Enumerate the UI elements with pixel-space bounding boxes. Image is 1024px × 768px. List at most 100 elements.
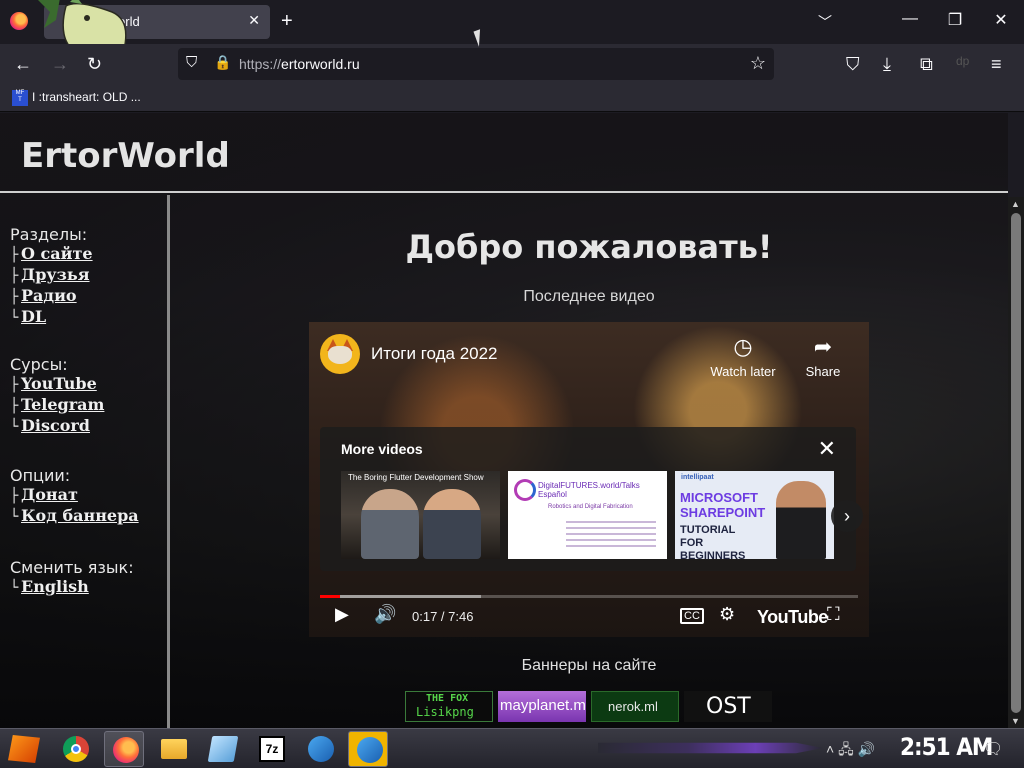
extensions-icon[interactable]: ⧉ bbox=[920, 54, 933, 75]
next-videos-chevron-right-icon[interactable]: › bbox=[831, 500, 863, 532]
back-icon[interactable]: ← bbox=[14, 54, 32, 75]
thumb-subtitle: Robotics and Digital Fabrication bbox=[548, 504, 633, 510]
share-icon: ➦ bbox=[813, 334, 833, 359]
progress-buffered bbox=[320, 595, 482, 598]
web-page: ErtorWorld Разделы: ├ О сайте ├ Друзья ├ Ра… bbox=[0, 113, 1008, 728]
url-text[interactable]: https://ertorworld.ru bbox=[239, 56, 360, 72]
taskbar-chrome[interactable] bbox=[55, 731, 95, 767]
notification-icon[interactable]: 🗨 bbox=[983, 739, 1003, 759]
play-icon[interactable]: ▶ bbox=[335, 604, 349, 625]
taskbar: 7z ˄ 🖧 🔊 2:51 AM 🗨 bbox=[0, 728, 1024, 768]
more-videos-close-icon[interactable]: ✕ bbox=[818, 436, 836, 462]
banner-text: nerok.ml bbox=[608, 699, 658, 714]
taskbar-remote-desktop[interactable] bbox=[300, 731, 340, 767]
pocket-icon[interactable]: ⛉ bbox=[846, 54, 860, 75]
settings-icon[interactable]: ⚙ bbox=[719, 604, 735, 625]
more-videos-label: More videos bbox=[341, 441, 423, 457]
system-tray-icons[interactable]: ˄ 🖧 🔊 bbox=[826, 739, 875, 763]
tab-list-chevron-down-icon[interactable]: ﹀ bbox=[818, 12, 832, 32]
banner-text: Lisikpng bbox=[416, 705, 474, 719]
bookmark-item[interactable]: MF T I :transheart: OLD ... bbox=[12, 90, 141, 106]
sidebar: Разделы: ├ О сайте ├ Друзья ├ Радио └ DL Сур… bbox=[0, 195, 170, 728]
thumb-title: MICROSOFT SHAREPOINT bbox=[680, 490, 766, 520]
extension-badge-icon[interactable]: dp bbox=[956, 54, 969, 68]
remote-desktop-icon bbox=[308, 736, 334, 762]
banner-text: mayplanet.ml bbox=[500, 697, 586, 714]
new-tab-plus-icon[interactable]: + bbox=[281, 10, 293, 33]
share-button[interactable]: ➦ Share bbox=[785, 334, 861, 379]
welcome-heading: Добро пожаловать! bbox=[405, 228, 773, 266]
youtube-player[interactable]: Итоги года 2022 ◷ Watch later ➦ Share Mo… bbox=[309, 322, 869, 637]
window-close-icon[interactable]: ✕ bbox=[986, 10, 1016, 30]
bookmark-star-icon[interactable]: ☆ bbox=[750, 53, 766, 74]
video-title[interactable]: Итоги года 2022 bbox=[371, 344, 498, 364]
captions-button[interactable]: CC bbox=[680, 608, 704, 624]
youtube-logo[interactable]: YouTube bbox=[757, 607, 828, 628]
sidebar-link-banner-code[interactable]: └ Код баннера bbox=[10, 506, 139, 527]
sidebar-link-dl[interactable]: └ DL bbox=[10, 307, 93, 328]
taskbar-explorer[interactable] bbox=[153, 731, 193, 767]
forward-icon[interactable]: → bbox=[51, 54, 69, 75]
taskbar-7zip[interactable]: 7z bbox=[251, 731, 291, 767]
download-icon[interactable]: ⤓ bbox=[883, 54, 891, 75]
firefox-icon[interactable] bbox=[10, 12, 28, 30]
sections-heading: Разделы: bbox=[10, 225, 88, 244]
volume-icon[interactable]: 🔊 bbox=[374, 604, 396, 625]
banner-thefox[interactable]: THE FOX Lisikpng bbox=[405, 691, 493, 722]
sources-heading: Сурсы: bbox=[10, 355, 68, 374]
taskbar-remote-desktop-active[interactable] bbox=[348, 731, 388, 767]
minimize-icon[interactable]: — bbox=[895, 10, 925, 28]
progress-bar[interactable] bbox=[320, 595, 858, 598]
taskbar-decoration bbox=[598, 742, 823, 754]
suggested-video-3[interactable]: intellipaat MICROSOFT SHAREPOINT TUTORIA… bbox=[675, 471, 834, 559]
start-button[interactable] bbox=[8, 735, 40, 763]
sidebar-link-discord[interactable]: └ Discord bbox=[10, 416, 104, 437]
thumb-caption: The Boring Flutter Development Show bbox=[348, 473, 484, 482]
restore-icon[interactable]: ❐ bbox=[940, 10, 970, 30]
tab-close-icon[interactable]: ✕ bbox=[248, 12, 260, 29]
sidebar-link-friends[interactable]: ├ Друзья bbox=[10, 265, 93, 286]
suggested-video-1[interactable]: The Boring Flutter Development Show bbox=[341, 471, 500, 559]
sidebar-link-english[interactable]: └ English bbox=[10, 577, 134, 598]
thumb-subtitle: TUTORIAL FOR BEGINNERS bbox=[680, 524, 746, 559]
sidebar-link-radio[interactable]: ├ Радио bbox=[10, 286, 93, 307]
sidebar-link-youtube[interactable]: ├ YouTube bbox=[10, 374, 104, 395]
banner-ost[interactable]: OST bbox=[684, 691, 772, 722]
thumb-brand: intellipaat bbox=[681, 474, 714, 481]
reload-icon[interactable]: ↻ bbox=[87, 54, 102, 75]
folder-icon bbox=[161, 739, 187, 759]
bookmark-label: I :transheart: OLD ... bbox=[32, 90, 141, 105]
lock-icon[interactable]: 🔒 bbox=[214, 54, 231, 71]
taskbar-firefox[interactable] bbox=[104, 731, 144, 767]
options-group: Опции: ├ Донат └ Код баннера bbox=[10, 466, 139, 527]
shield-icon[interactable]: ⛉ bbox=[186, 54, 197, 71]
taskbar-app[interactable] bbox=[202, 731, 242, 767]
latest-video-label: Последнее видео bbox=[523, 288, 655, 305]
scroll-down-icon[interactable]: ▼ bbox=[1011, 716, 1020, 726]
sections-group: Разделы: ├ О сайте ├ Друзья ├ Радио └ DL bbox=[10, 225, 93, 328]
page-scrollbar[interactable]: ▲ ▼ bbox=[1008, 197, 1024, 728]
scroll-up-icon[interactable]: ▲ bbox=[1011, 199, 1020, 209]
banner-nerok[interactable]: nerok.ml bbox=[591, 691, 679, 722]
site-title: ErtorWorld bbox=[21, 136, 230, 176]
sidebar-link-donate[interactable]: ├ Донат bbox=[10, 485, 139, 506]
menu-icon[interactable]: ≡ bbox=[991, 54, 1002, 75]
url-bar[interactable]: ⛉ 🔒 https://ertorworld.ru ☆ bbox=[178, 48, 774, 80]
language-heading: Сменить язык: bbox=[10, 558, 134, 577]
scroll-thumb[interactable] bbox=[1011, 213, 1021, 713]
firefox-icon bbox=[113, 737, 139, 763]
fullscreen-icon[interactable]: ⛶ bbox=[827, 604, 840, 625]
banner-mayplanet[interactable]: mayplanet.ml bbox=[498, 691, 586, 722]
watch-later-button[interactable]: ◷ Watch later bbox=[705, 334, 781, 379]
channel-avatar[interactable] bbox=[320, 334, 360, 374]
7zip-icon: 7z bbox=[259, 736, 285, 762]
thumb-caption: DigitalFUTURES.world/Talks Español bbox=[538, 481, 640, 499]
bookmark-favicon-icon: MF T bbox=[12, 90, 28, 106]
sidebar-link-telegram[interactable]: ├ Telegram bbox=[10, 395, 104, 416]
sidebar-link-about[interactable]: ├ О сайте bbox=[10, 244, 93, 265]
suggested-video-2[interactable]: DigitalFUTURES.world/Talks Español Robot… bbox=[508, 471, 667, 559]
language-group: Сменить язык: └ English bbox=[10, 558, 134, 598]
taskbar-clock[interactable]: 2:51 AM bbox=[900, 733, 993, 761]
digitalfutures-logo-icon bbox=[514, 479, 536, 501]
bookmarks-toolbar: MF T I :transheart: OLD ... bbox=[0, 86, 1024, 112]
